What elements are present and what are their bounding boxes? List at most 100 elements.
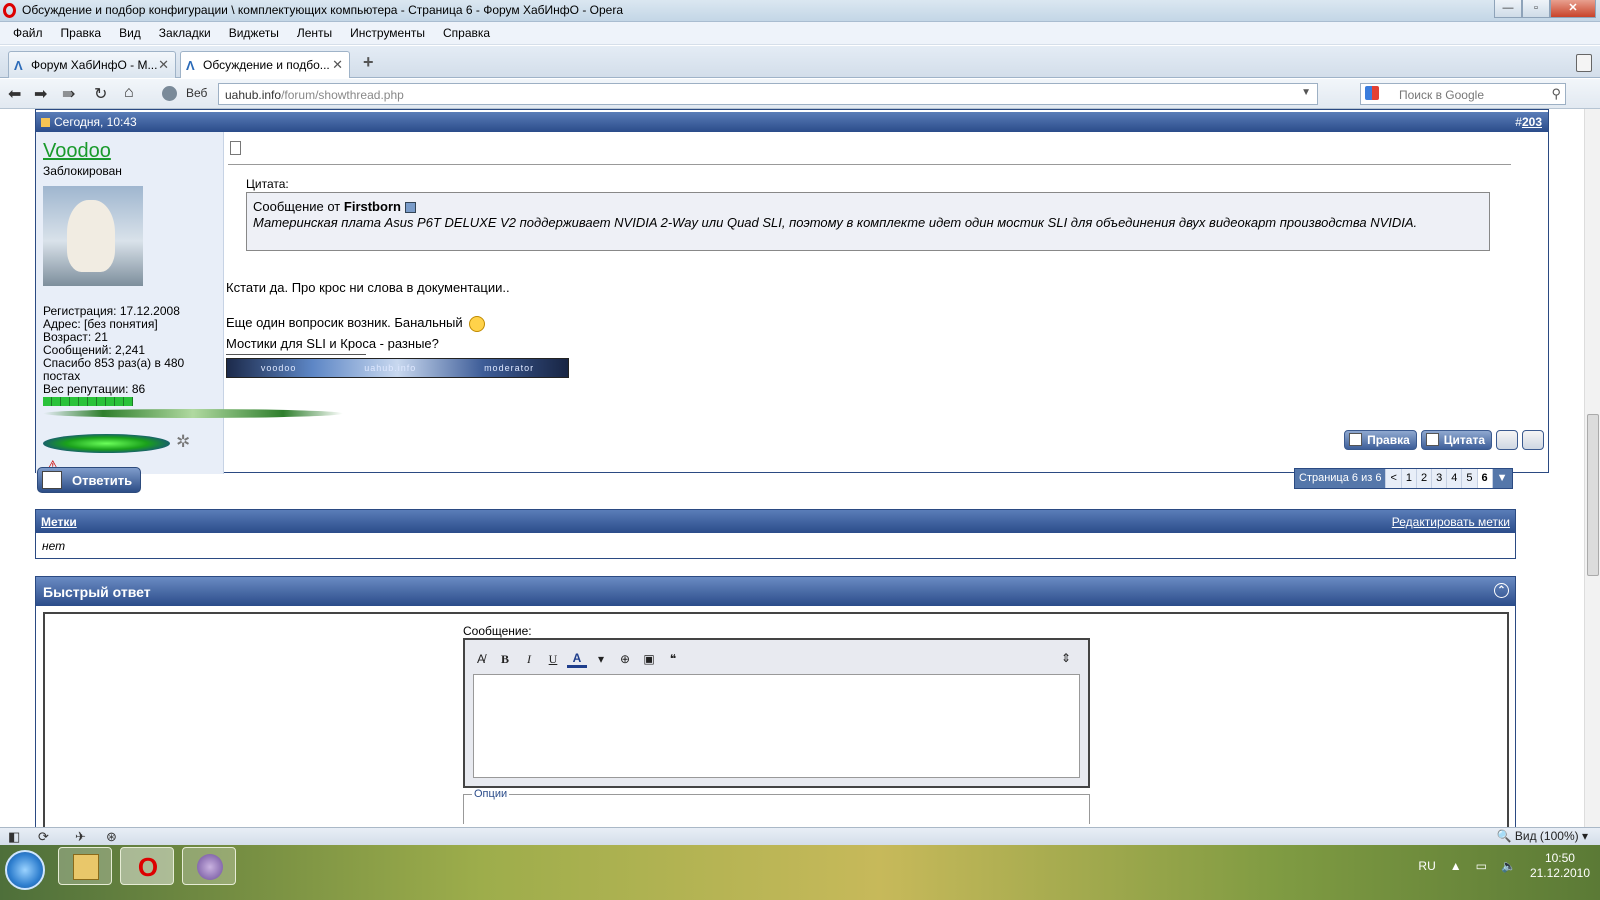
italic-button[interactable]: I	[519, 649, 539, 669]
banner-role: moderator	[484, 363, 535, 373]
maximize-button[interactable]: ▫	[1522, 0, 1550, 18]
search-input[interactable]: Поиск в Google ⚲	[1360, 83, 1566, 105]
edit-post-button[interactable]: Правка	[1344, 430, 1417, 450]
new-tab-button[interactable]: +	[363, 52, 374, 73]
reputation-bar	[43, 397, 133, 406]
username-link[interactable]: Voodoo	[43, 140, 111, 163]
search-icon[interactable]: ⚲	[1551, 86, 1561, 102]
view-post-arrow-icon[interactable]	[404, 202, 416, 214]
back-button[interactable]: ⬅	[8, 84, 21, 104]
menu-file[interactable]: Файл	[4, 26, 52, 40]
gear-icon[interactable]: ✲	[176, 432, 190, 452]
user-reputation: Вес репутации: 86	[43, 382, 146, 396]
post-number-link[interactable]: 203	[1522, 115, 1542, 129]
close-tab-icon[interactable]: ✕	[332, 57, 343, 73]
url-history-dropdown-icon[interactable]: ▼	[1301, 87, 1311, 98]
page-link-1[interactable]: 1	[1400, 469, 1417, 488]
unite-icon[interactable]: ✈	[75, 829, 86, 845]
edit-tags-link[interactable]: Редактировать метки	[1392, 515, 1510, 529]
url-path: /forum/showthread.php	[281, 88, 404, 102]
taskbar: O RU ▲ ▭ 🔈 10:50 21.12.2010	[0, 845, 1600, 900]
tab-label: Форум ХабИнфО - М...	[31, 58, 158, 72]
web-button[interactable]: Веб	[158, 83, 216, 105]
folder-icon	[73, 854, 99, 880]
page-link-2[interactable]: 2	[1416, 469, 1432, 488]
quick-reply-button[interactable]	[1522, 430, 1544, 450]
clock[interactable]: 10:50 21.12.2010	[1530, 851, 1590, 881]
pagination: Страница 6 из 6 < 1 2 3 4 5 6 ▼	[1294, 468, 1513, 489]
menu-view[interactable]: Вид	[110, 26, 150, 40]
message-textarea[interactable]	[473, 674, 1080, 778]
start-button[interactable]	[5, 850, 45, 890]
page-prev-link[interactable]: <	[1385, 469, 1401, 488]
insert-quote-icon[interactable]: ❝	[663, 649, 683, 669]
menu-edit[interactable]: Правка	[52, 26, 111, 40]
fast-forward-button[interactable]: ⇛	[62, 84, 75, 104]
quote-source: Сообщение от Firstborn	[253, 199, 1483, 215]
multi-quote-button[interactable]	[1496, 430, 1518, 450]
post-divider	[228, 164, 1511, 165]
reload-button[interactable]: ↻	[94, 84, 107, 104]
user-status: Заблокирован	[43, 164, 122, 178]
resize-editor-icon[interactable]: ⇕	[1056, 648, 1076, 668]
tray-expand-icon[interactable]: ▲	[1450, 859, 1462, 873]
pagination-label: Страница 6 из 6	[1295, 469, 1386, 488]
tab-forum[interactable]: Λ Форум ХабИнфО - М... ✕	[8, 51, 176, 78]
vertical-scrollbar[interactable]	[1584, 109, 1600, 827]
taskbar-opera[interactable]: O	[120, 847, 174, 885]
post-line: Еще один вопросик возник. Банальный	[226, 315, 485, 332]
post-number: #203	[1515, 115, 1542, 129]
reply-button[interactable]: Ответить	[37, 467, 141, 493]
taskbar-messenger[interactable]	[182, 847, 236, 885]
page-content: Сегодня, 10:43 #203 Voodoo Заблокирован …	[0, 109, 1583, 827]
tab-thread[interactable]: Λ Обсуждение и подбо... ✕	[180, 51, 350, 78]
network-icon[interactable]: ▭	[1476, 859, 1487, 873]
collapse-icon[interactable]: ⌃	[1494, 583, 1509, 598]
window-controls: — ▫ ✕	[1494, 0, 1596, 18]
text-color-button[interactable]: A	[567, 650, 587, 668]
taskbar-explorer[interactable]	[58, 847, 112, 885]
signature-banner[interactable]: voodoo uahub.info moderator	[226, 358, 569, 378]
underline-button[interactable]: U	[543, 649, 563, 669]
menu-help[interactable]: Справка	[434, 26, 499, 40]
minimize-button[interactable]: —	[1494, 0, 1522, 18]
scrollbar-thumb[interactable]	[1587, 414, 1599, 576]
page-link-5[interactable]: 5	[1461, 469, 1477, 488]
close-tab-icon[interactable]: ✕	[158, 57, 169, 73]
menu-widgets[interactable]: Виджеты	[220, 26, 288, 40]
url-input[interactable]: uahub.info/forum/showthread.php ▼	[218, 83, 1318, 105]
edit-icon	[1349, 433, 1363, 446]
tab-bar: Λ Форум ХабИнфО - М... ✕ Λ Обсуждение и …	[0, 46, 1600, 78]
google-icon[interactable]	[1365, 86, 1379, 100]
sync-icon[interactable]: ⟳	[38, 829, 49, 845]
menu-bookmarks[interactable]: Закладки	[150, 26, 220, 40]
color-dropdown-icon[interactable]: ▾	[591, 649, 611, 669]
tags-title-link[interactable]: Метки	[41, 515, 77, 529]
insert-image-icon[interactable]: ▣	[639, 649, 659, 669]
volume-icon[interactable]: 🔈	[1501, 859, 1516, 873]
zoom-icon: 🔍	[1496, 829, 1512, 843]
remove-format-icon[interactable]: A̸	[471, 649, 491, 669]
online-status-icon	[43, 434, 170, 453]
post-line-text: Еще один вопросик возник. Банальный	[226, 315, 463, 330]
menu-feeds[interactable]: Ленты	[288, 26, 341, 40]
window-titlebar: Обсуждение и подбор конфигурации \ компл…	[0, 0, 1600, 22]
bold-button[interactable]: B	[495, 649, 515, 669]
quote-post-button[interactable]: Цитата	[1420, 430, 1492, 450]
options-label: Опции	[472, 788, 510, 800]
toggle-panel-icon[interactable]: ◧	[8, 829, 20, 845]
page-link-4[interactable]: 4	[1446, 469, 1462, 488]
quick-reply-title: Быстрый ответ	[43, 584, 151, 600]
language-indicator[interactable]: RU	[1418, 859, 1435, 873]
insert-link-icon[interactable]: ⊕	[615, 649, 635, 669]
trash-icon[interactable]	[1576, 54, 1592, 72]
menu-tools[interactable]: Инструменты	[341, 26, 434, 40]
page-menu-dropdown-icon[interactable]: ▼	[1491, 469, 1512, 488]
home-button[interactable]: ⌂	[124, 84, 134, 102]
forward-button[interactable]: ➡	[34, 84, 47, 104]
avatar[interactable]	[43, 186, 143, 286]
turbo-icon[interactable]: ⊛	[106, 829, 117, 845]
close-window-button[interactable]: ✕	[1550, 0, 1596, 18]
page-link-3[interactable]: 3	[1431, 469, 1447, 488]
zoom-control[interactable]: 🔍 Вид (100%) ▾	[1497, 829, 1588, 843]
